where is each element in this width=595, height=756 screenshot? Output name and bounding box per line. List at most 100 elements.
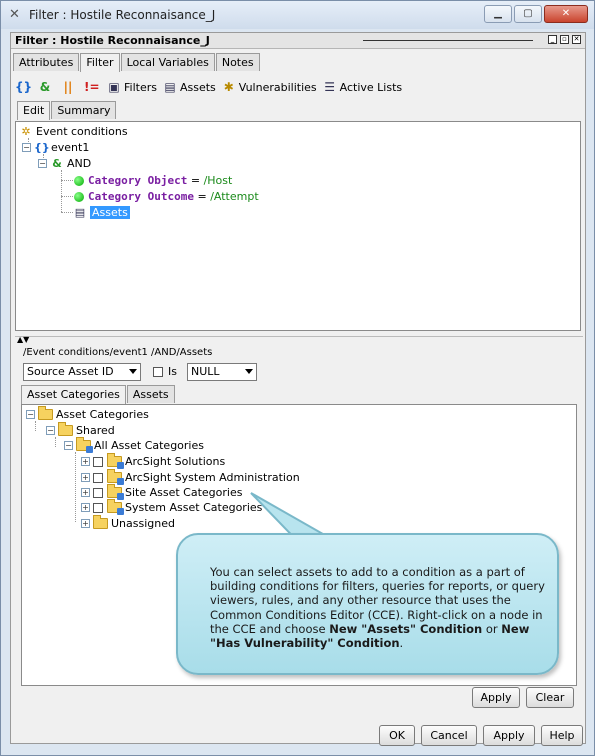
collapse-icon[interactable]: − (22, 143, 31, 152)
and-tool[interactable]: & (38, 80, 55, 94)
filter-icon: ▣ (108, 80, 120, 94)
item-label: Unassigned (111, 517, 175, 530)
green-dot-icon (74, 175, 84, 186)
tab-summary[interactable]: Summary (51, 101, 117, 119)
and-icon: & (52, 156, 62, 170)
folder-network-icon (107, 453, 124, 469)
folder-network-icon (107, 499, 124, 515)
tree-shared[interactable]: − Shared (46, 422, 115, 438)
tree-event1[interactable]: − {} event1 (22, 140, 89, 155)
tree-asset-categories[interactable]: − Asset Categories (26, 406, 149, 422)
maximize-button[interactable]: ▢ (514, 5, 542, 23)
tree-unassigned[interactable]: + Unassigned (81, 515, 175, 531)
expand-icon[interactable]: + (81, 488, 90, 497)
condition-path: /Event conditions/event1 /AND/Assets (23, 347, 213, 358)
tab-local-variables[interactable]: Local Variables (120, 53, 215, 71)
is-label: Is (168, 365, 177, 378)
panel-float-icon[interactable]: ▫ (560, 35, 569, 44)
panel-splitter[interactable]: ▲▼ (15, 335, 583, 344)
condition-op: = (193, 190, 211, 203)
tree-all-asset-categories[interactable]: − All Asset Categories (64, 437, 204, 453)
condition-category-object[interactable]: Category Object = /Host (74, 173, 232, 188)
assets-label: Assets (179, 80, 216, 94)
tree-assets-node[interactable]: ▤ Assets (73, 205, 130, 220)
vulnerabilities-tool[interactable]: ✱ Vulnerabilities (222, 80, 317, 94)
tab-assets[interactable]: Assets (126, 385, 175, 403)
tree-arcsight-solutions[interactable]: + ArcSight Solutions (81, 453, 225, 469)
tree-arcsight-system-administration[interactable]: + ArcSight System Administration (81, 469, 300, 485)
filter-app-icon: ✕ (9, 7, 20, 22)
expand-icon[interactable]: + (81, 503, 90, 512)
not-tool[interactable]: != (84, 80, 101, 94)
checkbox[interactable] (93, 487, 103, 498)
splitter-arrows-icon[interactable]: ▲▼ (17, 335, 29, 344)
panel-header-rule (363, 40, 533, 41)
collapse-icon[interactable]: − (46, 426, 55, 435)
panel-header: Filter : Hostile Reconnaisance_J _ ▫ ✕ (11, 33, 585, 49)
help-button[interactable]: Help (541, 725, 583, 746)
minimize-button[interactable]: ▁ (484, 5, 512, 23)
condition-category-outcome[interactable]: Category Outcome = /Attempt (74, 189, 259, 204)
tree-system-asset-categories[interactable]: + System Asset Categories (81, 499, 263, 515)
expand-icon[interactable]: + (81, 473, 90, 482)
expand-icon[interactable]: + (81, 519, 90, 528)
active-lists-tool[interactable]: ☰ Active Lists (323, 80, 402, 94)
and-icon: & (39, 80, 51, 94)
tab-notes[interactable]: Notes (215, 53, 260, 71)
title-bar[interactable]: ✕ Filter : Hostile Reconnaisance_J ▁ ▢ ✕ (1, 1, 594, 29)
tab-filter[interactable]: Filter (80, 53, 120, 72)
tab-attributes[interactable]: Attributes (13, 53, 80, 71)
expand-icon[interactable]: + (81, 457, 90, 466)
filters-label: Filters (124, 80, 157, 94)
condition-value: /Attempt (210, 190, 259, 203)
assets-node-label: Assets (90, 206, 130, 219)
checkbox[interactable] (93, 472, 103, 483)
top-tabs: Attributes Filter Local Variables Notes (13, 53, 260, 72)
apply-button[interactable]: Apply (483, 725, 535, 746)
checkbox[interactable] (93, 502, 103, 513)
tree-and[interactable]: − & AND (38, 156, 91, 171)
shared-label: Shared (76, 424, 115, 437)
folder-icon (93, 515, 108, 529)
or-icon: || (63, 80, 73, 94)
braces-tool[interactable]: {} (15, 80, 32, 94)
tree-site-asset-categories[interactable]: + Site Asset Categories (81, 484, 243, 500)
asset-icon: ▤ (164, 80, 176, 94)
panel-minimize-icon[interactable]: _ (548, 35, 557, 44)
conditions-icon: ✲ (21, 124, 31, 138)
tree-event-conditions[interactable]: ✲ Event conditions (19, 124, 128, 139)
sub-tabs: Edit Summary (17, 101, 117, 120)
tab-edit[interactable]: Edit (17, 101, 51, 120)
not-equal-icon: != (84, 80, 100, 94)
cancel-button[interactable]: Cancel (421, 725, 477, 746)
ok-button[interactable]: OK (379, 725, 415, 746)
assets-tool[interactable]: ▤ Assets (163, 80, 216, 94)
is-checkbox[interactable] (153, 367, 163, 377)
filters-tool[interactable]: ▣ Filters (107, 80, 157, 94)
all-asset-categories-label: All Asset Categories (94, 439, 204, 452)
event-conditions-label: Event conditions (36, 125, 128, 138)
inner-apply-button[interactable]: Apply (472, 687, 520, 708)
null-select[interactable]: NULL (187, 363, 257, 381)
collapse-icon[interactable]: − (64, 441, 73, 450)
vulnerabilities-label: Vulnerabilities (238, 80, 317, 94)
collapse-icon[interactable]: − (38, 159, 47, 168)
panel-title: Filter : Hostile Reconnaisance_J (15, 34, 210, 47)
collapse-icon[interactable]: − (26, 410, 35, 419)
vulnerability-icon: ✱ (223, 80, 234, 94)
item-label: System Asset Categories (125, 501, 263, 514)
condition-toolbar: {} & || != ▣ Filters ▤ Assets ✱ Vulnerabili… (15, 77, 408, 97)
item-label: ArcSight System Administration (125, 471, 300, 484)
panel-close-icon[interactable]: ✕ (572, 35, 581, 44)
close-button[interactable]: ✕ (544, 5, 588, 23)
inner-clear-button[interactable]: Clear (526, 687, 574, 708)
folder-open-icon (58, 422, 73, 436)
item-label: Site Asset Categories (125, 486, 243, 499)
checkbox[interactable] (93, 456, 103, 467)
callout-end: . (399, 636, 404, 651)
tab-asset-categories[interactable]: Asset Categories (21, 385, 126, 404)
source-asset-select[interactable]: Source Asset ID (23, 363, 141, 381)
green-dot-icon (74, 191, 84, 202)
braces-icon: {} (15, 80, 33, 94)
or-tool[interactable]: || (61, 80, 78, 94)
